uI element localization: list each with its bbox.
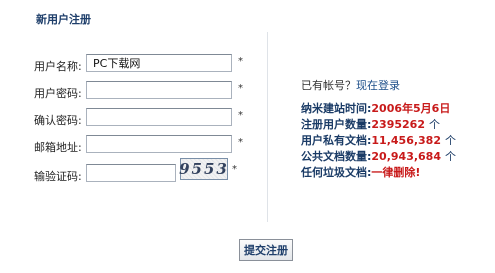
stat-row-founded: 纳米建站时间:2006年5月6日 [301,101,456,117]
stat-unit: 个 [445,134,456,147]
login-link[interactable]: 现在登录 [356,79,400,92]
required-marker: * [238,56,243,67]
username-input[interactable] [86,54,232,72]
stat-value: 一律删除! [371,166,421,179]
required-marker: * [238,110,243,121]
stat-row-spam-policy: 任何垃圾文档:一律删除! [301,165,456,181]
confirm-password-row: 确认密码: * [0,108,260,130]
captcha-image[interactable]: 9553 [179,158,228,180]
stat-value: 20,943,684 [371,150,441,163]
email-input[interactable] [86,135,232,153]
stat-row-public-docs: 公共文档数量:20,943,684 个 [301,149,456,165]
password-label: 用户密码: [34,87,82,100]
page-title: 新用户注册 [36,13,91,26]
required-marker: * [238,137,243,148]
stat-label: 纳米建站时间: [301,102,372,115]
captcha-row: 输验证码: 9553 * [0,158,260,186]
stat-label: 公共文档数量: [301,150,372,163]
stat-label: 用户私有文档: [301,134,372,147]
stat-row-private-docs: 用户私有文档:11,456,382 个 [301,133,456,149]
password-row: 用户密码: * [0,81,260,103]
stat-value: 2395262 [371,118,425,131]
password-input[interactable] [86,81,232,99]
stat-value: 2006年5月6日 [371,102,451,115]
login-prompt-text: 已有帐号？ [301,79,356,92]
login-prompt: 已有帐号？现在登录 [301,77,400,93]
captcha-label: 输验证码: [34,170,82,183]
site-stats: 纳米建站时间:2006年5月6日 注册用户数量:2395262 个 用户私有文档:… [301,101,456,181]
stat-label: 任何垃圾文档: [301,166,372,179]
confirm-password-label: 确认密码: [34,114,82,127]
stat-row-users: 注册用户数量:2395262 个 [301,117,456,133]
username-label: 用户名称: [34,60,82,73]
email-label: 邮箱地址: [34,141,82,154]
required-marker: * [232,164,237,175]
required-marker: * [238,83,243,94]
stat-label: 注册用户数量: [301,118,372,131]
captcha-input[interactable] [86,164,176,182]
stat-unit: 个 [445,150,456,163]
submit-button[interactable]: 提交注册 [239,239,293,261]
username-row: 用户名称: * [0,54,260,76]
confirm-password-input[interactable] [86,108,232,126]
stat-value: 11,456,382 [371,134,441,147]
email-row: 邮箱地址: * [0,135,260,157]
stat-unit: 个 [428,118,440,131]
column-divider [267,32,268,222]
